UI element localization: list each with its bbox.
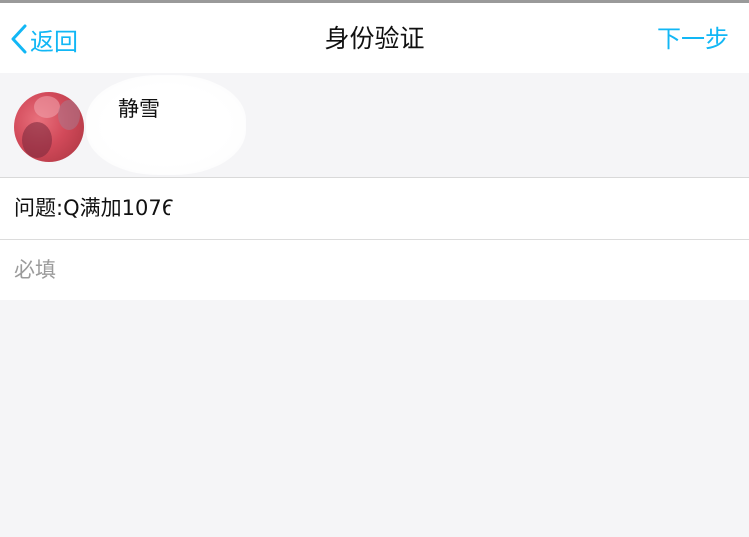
redaction-smudge	[170, 184, 280, 240]
avatar	[14, 92, 84, 162]
identity-verification-screen: 返回 身份验证 下一步 静雪 问题:Q满加10769	[0, 0, 749, 537]
profile-section: 静雪	[0, 73, 749, 177]
profile-name: 静雪	[118, 97, 160, 121]
redaction-smudge	[86, 75, 246, 175]
answer-row	[0, 240, 749, 300]
navigation-bar: 返回 身份验证 下一步	[0, 3, 749, 73]
next-step-button[interactable]: 下一步	[657, 21, 729, 57]
page-title: 身份验证	[324, 24, 425, 53]
answer-input[interactable]	[14, 252, 714, 288]
question-text: 问题:Q满加10769	[14, 196, 189, 220]
question-row: 问题:Q满加10769	[0, 178, 749, 240]
